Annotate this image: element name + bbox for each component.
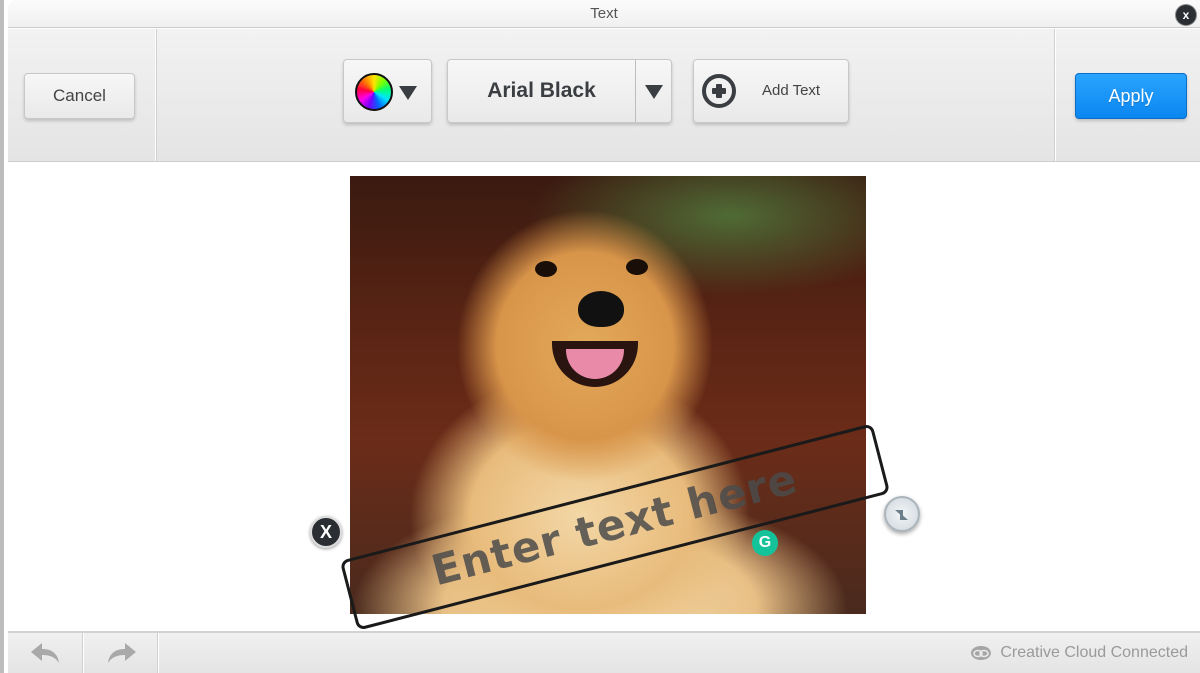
redo-icon (108, 643, 136, 663)
font-select-divider (635, 60, 636, 122)
creative-cloud-icon (971, 646, 992, 660)
footer-bar: Creative Cloud Connected (8, 631, 1200, 673)
font-select-value: Arial Black (487, 79, 596, 102)
photo-tongue (566, 349, 624, 379)
toolbar-right-section: Apply (1055, 29, 1200, 161)
add-text-button[interactable]: Add Text (693, 59, 849, 123)
font-select[interactable]: Arial Black (447, 59, 672, 123)
title-bar: Text x (8, 0, 1200, 28)
photo-eye-right (626, 259, 648, 275)
chevron-down-icon[interactable] (645, 85, 663, 99)
toolbar-left-section: Cancel (8, 29, 156, 161)
add-text-label: Add Text (762, 82, 821, 99)
photo-eye-left (535, 261, 557, 277)
rotate-scale-icon[interactable] (884, 496, 920, 532)
creative-cloud-status-text: Creative Cloud Connected (1000, 644, 1188, 661)
photo-mouth (552, 341, 638, 387)
creative-cloud-status: Creative Cloud Connected (970, 644, 1188, 662)
add-circle-icon (702, 74, 736, 108)
undo-button[interactable] (8, 633, 83, 673)
cancel-button[interactable]: Cancel (24, 73, 135, 119)
editing-canvas: Enter text here X G (8, 163, 1200, 631)
redo-button[interactable] (83, 633, 158, 673)
chevron-down-icon (399, 86, 417, 100)
photo-nose (578, 291, 624, 327)
text-tool-window: Text x Cancel Arial Black Add Text Apply (0, 0, 1200, 673)
grammarly-icon[interactable]: G (752, 530, 778, 556)
undo-icon (31, 643, 59, 663)
toolbar: Cancel Arial Black Add Text Apply (8, 29, 1200, 162)
delete-text-handle[interactable]: X (310, 516, 342, 548)
window-title: Text (590, 5, 618, 22)
apply-button[interactable]: Apply (1075, 73, 1187, 119)
color-picker-button[interactable] (343, 59, 432, 123)
close-button[interactable]: x (1176, 5, 1196, 25)
color-wheel-icon (355, 73, 393, 111)
